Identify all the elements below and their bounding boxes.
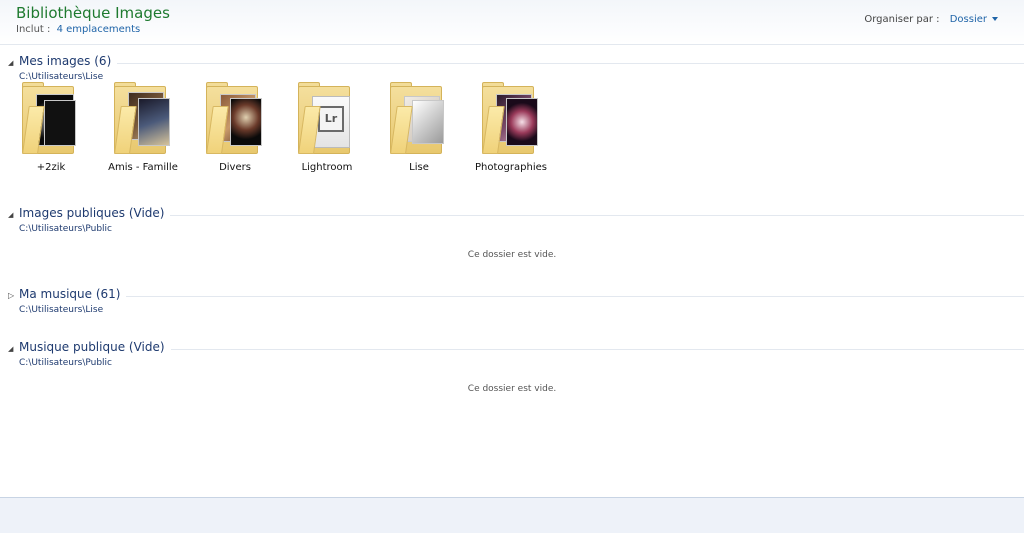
chevron-down-icon <box>992 17 998 21</box>
triangle-down-icon[interactable]: ◢ <box>8 345 16 353</box>
group-path: C:\Utilisateurs\Public <box>19 358 112 368</box>
folder-label: Photographies <box>475 162 547 173</box>
group-header[interactable]: ▷ Ma musique (61) <box>0 287 1024 303</box>
group-ma-musique: ▷ Ma musique (61) C:\Utilisateurs\Lise <box>0 287 1024 315</box>
details-pane <box>0 497 1024 533</box>
arrange-by-dropdown[interactable]: Dossier <box>950 14 998 25</box>
triangle-down-icon[interactable]: ◢ <box>8 211 16 219</box>
folder-list: +2zik Amis - Famille Divers Lr Lightroom… <box>16 82 576 182</box>
group-mes-images: ◢ Mes images (6) C:\Utilisateurs\Lise +2… <box>0 54 1024 173</box>
group-images-publiques: ◢ Images publiques (Vide) C:\Utilisateur… <box>0 206 1024 260</box>
folder-icon <box>114 82 170 154</box>
lightroom-logo: Lr <box>318 106 344 132</box>
group-path: C:\Utilisateurs\Lise <box>19 72 104 82</box>
library-title: Bibliothèque Images <box>16 4 170 22</box>
empty-folder-message: Ce dossier est vide. <box>467 250 557 260</box>
folder-item[interactable]: Divers <box>200 82 270 182</box>
folder-label: Amis - Famille <box>108 162 178 173</box>
folder-icon <box>482 82 538 154</box>
group-musique-publique: ◢ Musique publique (Vide) C:\Utilisateur… <box>0 340 1024 394</box>
folder-label: Divers <box>219 162 251 173</box>
library-header: Bibliothèque Images Inclut : 4 emplaceme… <box>0 0 1024 45</box>
group-title[interactable]: Musique publique (Vide) <box>19 340 171 354</box>
folder-item[interactable]: Lr Lightroom <box>292 82 362 182</box>
folder-label: Lise <box>409 162 429 173</box>
group-title[interactable]: Mes images (6) <box>19 54 118 68</box>
group-title[interactable]: Ma musique (61) <box>19 287 127 301</box>
group-divider <box>19 296 1024 297</box>
includes-locations-link[interactable]: 4 emplacements <box>57 24 141 35</box>
group-header[interactable]: ◢ Images publiques (Vide) <box>0 206 1024 222</box>
folder-icon <box>206 82 262 154</box>
triangle-down-icon[interactable]: ◢ <box>8 59 16 67</box>
folder-item[interactable]: +2zik <box>16 82 86 182</box>
group-title[interactable]: Images publiques (Vide) <box>19 206 171 220</box>
folder-label: Lightroom <box>301 162 353 173</box>
includes-label: Inclut : <box>16 24 51 35</box>
folder-icon: Lr <box>298 82 354 154</box>
group-divider <box>19 63 1024 64</box>
includes-line: Inclut : 4 emplacements <box>16 24 140 35</box>
folder-item[interactable]: Amis - Famille <box>108 82 178 182</box>
folder-icon <box>390 82 446 154</box>
empty-folder-message: Ce dossier est vide. <box>467 384 557 394</box>
folder-icon <box>22 82 78 154</box>
arrange-value: Dossier <box>949 14 987 25</box>
folder-item[interactable]: Lise <box>384 82 454 182</box>
group-header[interactable]: ◢ Musique publique (Vide) <box>0 340 1024 356</box>
folder-label: +2zik <box>36 162 66 173</box>
group-path: C:\Utilisateurs\Lise <box>19 305 104 315</box>
arrange-label: Organiser par : <box>864 14 940 25</box>
arrange-by: Organiser par : Dossier <box>864 14 998 25</box>
group-header[interactable]: ◢ Mes images (6) <box>0 54 1024 70</box>
folder-item[interactable]: Photographies <box>475 82 547 182</box>
triangle-right-icon[interactable]: ▷ <box>8 292 16 300</box>
group-path: C:\Utilisateurs\Public <box>19 224 112 234</box>
